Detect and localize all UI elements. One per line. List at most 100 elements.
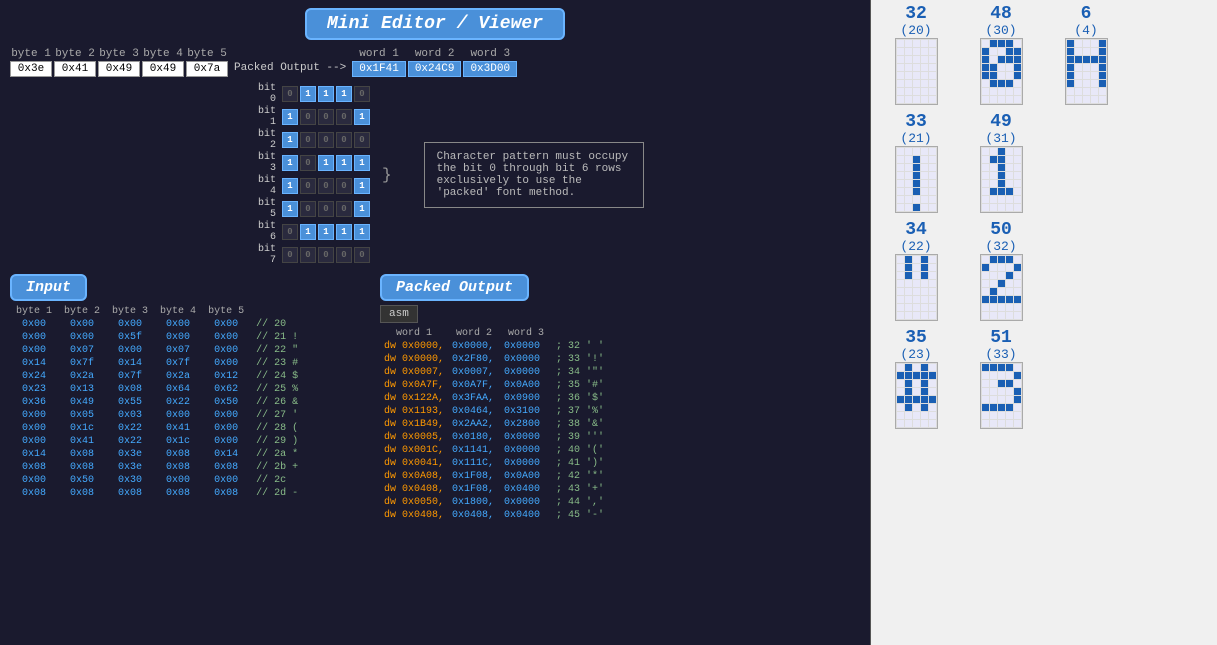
pixel-cell (1014, 404, 1021, 411)
input-cell: 0x41 (58, 435, 106, 448)
bit-cell: 1 (354, 178, 370, 194)
input-comment: // 2b + (250, 461, 304, 474)
pixel-cell (998, 148, 1005, 155)
pixel-cell (921, 272, 928, 279)
pixel-cell (990, 48, 997, 55)
input-cell: 0x00 (106, 318, 154, 331)
pixel-cell (921, 256, 928, 263)
input-cell: 0x62 (202, 383, 250, 396)
pixel-cell (990, 372, 997, 379)
pixel-cell (1067, 72, 1074, 79)
pixel-cell (897, 188, 904, 195)
input-cell: 0x00 (10, 409, 58, 422)
input-cell: 0x12 (202, 370, 250, 383)
bit-cell: 0 (354, 247, 370, 263)
pixel-cell (1014, 40, 1021, 47)
input-col-header: byte 1 (10, 305, 58, 318)
pixel-cell (905, 188, 912, 195)
pixel-cell (982, 364, 989, 371)
output-word2: 0x1800, (448, 496, 500, 509)
pixel-cell (998, 204, 1005, 211)
pixel-cell (1006, 96, 1013, 103)
bit-cell: 1 (354, 201, 370, 217)
pixel-cell (913, 188, 920, 195)
pixel-cell (921, 404, 928, 411)
pixel-cell (1006, 256, 1013, 263)
pixel-cell (998, 180, 1005, 187)
input-cell: 0x36 (10, 396, 58, 409)
pixel-cell (1075, 80, 1082, 87)
pixel-cell (905, 48, 912, 55)
char-pixel-grid (895, 146, 938, 213)
pixel-cell (905, 196, 912, 203)
pixel-cell (905, 72, 912, 79)
output-comment: ; 37 '%' (552, 405, 608, 418)
pixel-cell (921, 312, 928, 319)
bit-row-label: bit 1 (250, 106, 280, 128)
pixel-cell (1006, 56, 1013, 63)
pixel-cell (929, 388, 936, 395)
top-byte-2: byte 2 0x41 (54, 48, 96, 77)
pixel-cell (921, 264, 928, 271)
pixel-cell (990, 40, 997, 47)
pixel-cell (929, 204, 936, 211)
pixel-cell (998, 380, 1005, 387)
char-code: (23) (900, 347, 931, 362)
annotation-note: Character pattern must occupy the bit 0 … (424, 142, 644, 208)
char-preview-column: 6(4) (1046, 5, 1126, 640)
output-comment: ; 42 '*' (552, 470, 608, 483)
pixel-cell (1083, 48, 1090, 55)
char-pixel-grid (895, 38, 938, 105)
bit-row: bit 510001 (250, 198, 370, 220)
pixel-cell (982, 40, 989, 47)
output-word3: 0x0000 (500, 444, 552, 457)
pixel-cell (998, 388, 1005, 395)
pixel-cell (929, 412, 936, 419)
pixel-cell (905, 180, 912, 187)
pixel-cell (998, 72, 1005, 79)
pixel-cell (905, 372, 912, 379)
table-row: 0x000x070x000x070x00// 22 " (10, 344, 304, 357)
table-row: dw 0x0A7F,0x0A7F,0x0A00; 35 '#' (380, 379, 608, 392)
output-word1: dw 0x0005, (380, 431, 448, 444)
pixel-cell (982, 256, 989, 263)
char-code: (22) (900, 239, 931, 254)
char-preview-column: 32(20)33(21)34(22)35(23) (876, 5, 956, 640)
pixel-cell (897, 280, 904, 287)
asm-tab[interactable]: asm (380, 305, 418, 323)
pixel-cell (1014, 164, 1021, 171)
table-row: 0x080x080x3e0x080x08// 2b + (10, 461, 304, 474)
pixel-cell (1014, 148, 1021, 155)
pixel-cell (1014, 180, 1021, 187)
pixel-cell (929, 420, 936, 427)
input-cell: 0x00 (106, 344, 154, 357)
output-word3: 0x0000 (500, 496, 552, 509)
table-row: 0x230x130x080x640x62// 25 % (10, 383, 304, 396)
pixel-cell (1014, 64, 1021, 71)
output-word2: 0x0464, (448, 405, 500, 418)
output-word2: 0x0A7F, (448, 379, 500, 392)
pixel-cell (998, 196, 1005, 203)
pixel-cell (905, 304, 912, 311)
input-cell: 0x14 (10, 448, 58, 461)
table-row: dw 0x0000,0x0000,0x0000; 32 ' ' (380, 340, 608, 353)
pixel-cell (905, 96, 912, 103)
pixel-cell (921, 372, 928, 379)
input-comment: // 20 (250, 318, 304, 331)
pixel-cell (1014, 372, 1021, 379)
char-number: 34 (905, 221, 927, 239)
char-block: 48(30) (980, 5, 1023, 105)
input-col-header: byte 4 (154, 305, 202, 318)
input-cell: 0x08 (202, 487, 250, 500)
pixel-cell (929, 396, 936, 403)
char-pixel-grid (895, 362, 938, 429)
bit-cell: 1 (282, 132, 298, 148)
pixel-cell (921, 64, 928, 71)
pixel-cell (1014, 256, 1021, 263)
pixel-cell (929, 364, 936, 371)
bit-cell: 0 (336, 201, 352, 217)
pixel-cell (982, 396, 989, 403)
input-cell: 0x24 (10, 370, 58, 383)
bit-cell: 1 (336, 86, 352, 102)
pixel-cell (982, 56, 989, 63)
